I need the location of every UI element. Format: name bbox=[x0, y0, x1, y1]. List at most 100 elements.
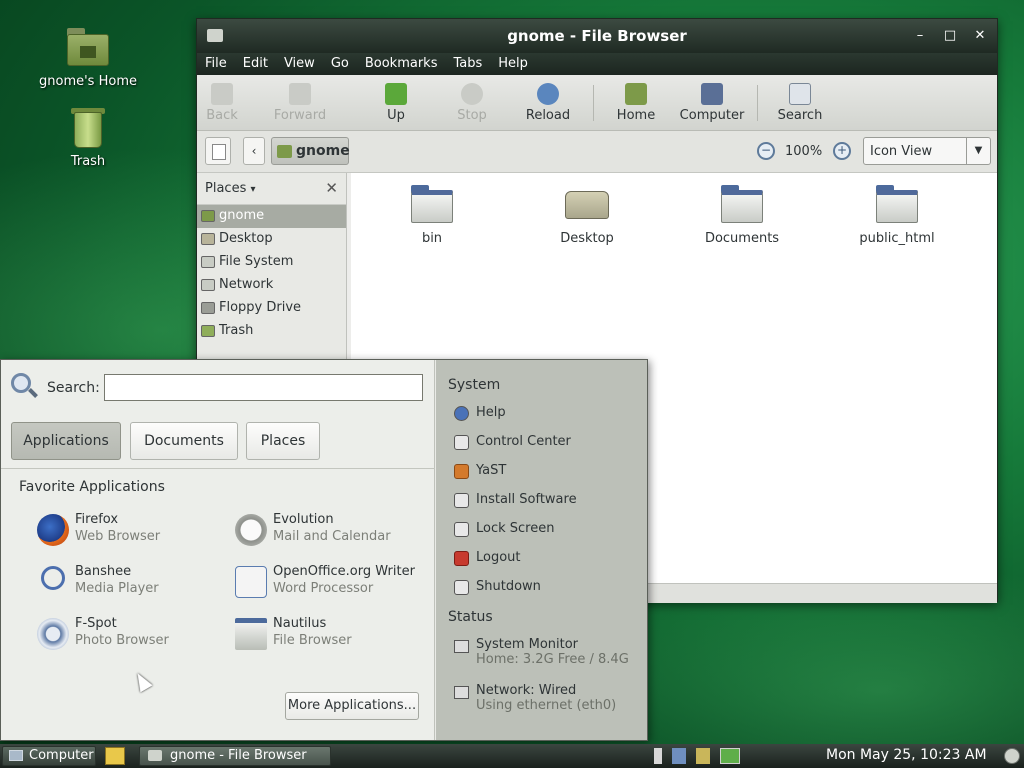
tab-documents[interactable]: Documents bbox=[130, 422, 238, 460]
file-item-public-html[interactable]: public_html bbox=[842, 185, 952, 246]
zoom-level: 100% bbox=[785, 144, 823, 159]
search-icon bbox=[11, 373, 39, 401]
yast-icon bbox=[454, 464, 469, 479]
desktop-trash-icon[interactable]: Trash bbox=[33, 106, 143, 169]
firefox-icon bbox=[37, 514, 69, 546]
taskbar: Computer gnome - File Browser Mon May 25… bbox=[0, 744, 1024, 768]
file-item-documents[interactable]: Documents bbox=[687, 185, 797, 246]
network-tray-icon[interactable] bbox=[672, 748, 686, 764]
search-label: Search bbox=[777, 108, 823, 123]
location-edit-button[interactable] bbox=[205, 137, 231, 165]
computer-menu-button[interactable]: Computer bbox=[2, 746, 96, 766]
favorites-title: Favorite Applications bbox=[19, 479, 165, 495]
help-icon bbox=[454, 406, 469, 421]
file-item-bin[interactable]: bin bbox=[377, 185, 487, 246]
taskbar-window-file-browser[interactable]: gnome - File Browser bbox=[139, 746, 331, 766]
fav-app-openoffice-writer[interactable]: OpenOffice.org Writer Word Processor bbox=[235, 564, 435, 608]
file-item-desktop[interactable]: Desktop bbox=[532, 185, 642, 246]
minimize-button[interactable]: – bbox=[909, 25, 931, 47]
volume-icon[interactable] bbox=[654, 748, 662, 764]
maximize-button[interactable]: □ bbox=[939, 25, 961, 47]
desktop-home-icon[interactable]: gnome's Home bbox=[33, 26, 143, 89]
sidebar-item-desktop[interactable]: Desktop bbox=[197, 228, 346, 251]
system-item-help[interactable]: Help bbox=[452, 405, 642, 427]
fav-app-nautilus[interactable]: Nautilus File Browser bbox=[235, 616, 435, 660]
sidepane-close-icon[interactable]: ✕ bbox=[325, 179, 338, 197]
fspot-icon bbox=[37, 618, 69, 650]
sidebar-item-network[interactable]: Network bbox=[197, 274, 346, 297]
sidebar-item-trash[interactable]: Trash bbox=[197, 320, 346, 343]
app-name: Evolution bbox=[273, 512, 334, 527]
sidebar-item-label: Floppy Drive bbox=[219, 300, 302, 315]
menu-tabs[interactable]: Tabs bbox=[453, 53, 490, 75]
system-item-shutdown[interactable]: Shutdown bbox=[452, 579, 642, 601]
forward-button[interactable]: Forward bbox=[265, 81, 335, 123]
menu-help[interactable]: Help bbox=[498, 53, 536, 75]
app-desc: Media Player bbox=[75, 581, 159, 596]
window-titlebar[interactable]: gnome - File Browser – □ ✕ bbox=[197, 19, 997, 53]
system-item-logout[interactable]: Logout bbox=[452, 550, 642, 572]
system-item-label: Shutdown bbox=[476, 579, 541, 594]
sidebar-item-file-system[interactable]: File System bbox=[197, 251, 346, 274]
sidebar-item-gnome[interactable]: gnome bbox=[197, 205, 346, 228]
floppy-icon bbox=[201, 302, 215, 314]
view-mode-value: Icon View bbox=[870, 144, 933, 159]
fav-app-evolution[interactable]: Evolution Mail and Calendar bbox=[235, 512, 435, 556]
more-applications-button[interactable]: More Applications... bbox=[285, 692, 419, 720]
stop-button[interactable]: Stop bbox=[437, 81, 507, 123]
clock[interactable]: Mon May 25, 10:23 AM bbox=[826, 747, 987, 763]
evolution-icon bbox=[235, 514, 267, 546]
notes-launcher-icon[interactable] bbox=[105, 747, 125, 765]
close-button[interactable]: ✕ bbox=[969, 25, 991, 47]
sidebar-item-floppy-drive[interactable]: Floppy Drive bbox=[197, 297, 346, 320]
breadcrumb-gnome[interactable]: gnome bbox=[271, 137, 350, 165]
status-item-system-monitor[interactable]: System Monitor Home: 3.2G Free / 8.4G bbox=[452, 637, 642, 667]
desktop-icon bbox=[565, 191, 609, 219]
home-icon bbox=[625, 83, 647, 105]
system-item-label: YaST bbox=[476, 463, 507, 478]
menu-edit[interactable]: Edit bbox=[243, 53, 276, 75]
chevron-down-icon: ▾ bbox=[250, 184, 256, 195]
home-folder-icon bbox=[65, 26, 111, 70]
menu-view[interactable]: View bbox=[284, 53, 323, 75]
view-mode-select[interactable]: Icon View ▼ bbox=[863, 137, 991, 165]
workspace-switcher[interactable] bbox=[720, 748, 740, 764]
fav-app-firefox[interactable]: Firefox Web Browser bbox=[37, 512, 237, 556]
search-input[interactable] bbox=[104, 374, 423, 401]
show-desktop-icon[interactable] bbox=[1004, 748, 1020, 764]
app-menu-left-column: Search: Applications Documents Places Fa… bbox=[1, 360, 435, 740]
fav-app-banshee[interactable]: Banshee Media Player bbox=[37, 564, 237, 608]
search-button[interactable]: Search bbox=[765, 81, 835, 123]
status-title: Status bbox=[448, 609, 493, 625]
system-item-label: Lock Screen bbox=[476, 521, 555, 536]
zoom-in-button[interactable]: + bbox=[833, 142, 851, 160]
sidebar-item-label: File System bbox=[219, 254, 294, 269]
up-button[interactable]: Up bbox=[361, 81, 431, 123]
tab-applications[interactable]: Applications bbox=[11, 422, 121, 460]
places-header[interactable]: Places ▾ ✕ bbox=[197, 173, 346, 205]
location-bar: ‹ gnome − 100% + Icon View ▼ bbox=[197, 131, 997, 173]
breadcrumb-back-button[interactable]: ‹ bbox=[243, 137, 265, 165]
menu-file[interactable]: File bbox=[205, 53, 235, 75]
fav-app-f-spot[interactable]: F-Spot Photo Browser bbox=[37, 616, 237, 660]
computer-button[interactable]: Computer bbox=[677, 81, 747, 123]
drive-icon bbox=[201, 256, 215, 268]
status-item-network[interactable]: Network: Wired Using ethernet (eth0) bbox=[452, 683, 642, 713]
tab-places[interactable]: Places bbox=[246, 422, 320, 460]
menu-bookmarks[interactable]: Bookmarks bbox=[365, 53, 446, 75]
back-button[interactable]: Back bbox=[187, 81, 257, 123]
zoom-out-button[interactable]: − bbox=[757, 142, 775, 160]
system-item-label: Install Software bbox=[476, 492, 577, 507]
places-header-label: Places bbox=[205, 181, 247, 196]
menu-go[interactable]: Go bbox=[331, 53, 357, 75]
system-item-yast[interactable]: YaST bbox=[452, 463, 642, 485]
reload-button[interactable]: Reload bbox=[513, 81, 583, 123]
system-item-control-center[interactable]: Control Center bbox=[452, 434, 642, 456]
system-item-label: Help bbox=[476, 405, 506, 420]
updater-tray-icon[interactable] bbox=[696, 748, 710, 764]
folder-icon bbox=[876, 185, 918, 223]
system-item-lock-screen[interactable]: Lock Screen bbox=[452, 521, 642, 543]
home-button[interactable]: Home bbox=[601, 81, 671, 123]
system-item-install-software[interactable]: Install Software bbox=[452, 492, 642, 514]
window-title: gnome - File Browser bbox=[507, 27, 687, 45]
